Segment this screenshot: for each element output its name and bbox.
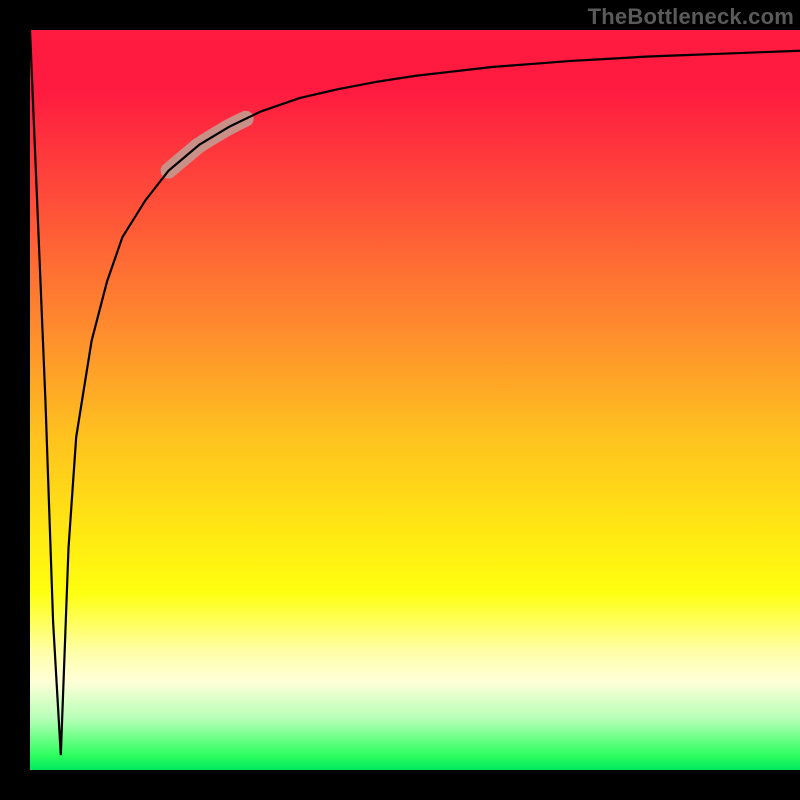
bottleneck-curve [30, 30, 800, 755]
attribution-text: TheBottleneck.com [588, 4, 794, 30]
chart-container: TheBottleneck.com [0, 0, 800, 800]
highlight-segment [169, 119, 246, 171]
curve-layer [30, 30, 800, 770]
